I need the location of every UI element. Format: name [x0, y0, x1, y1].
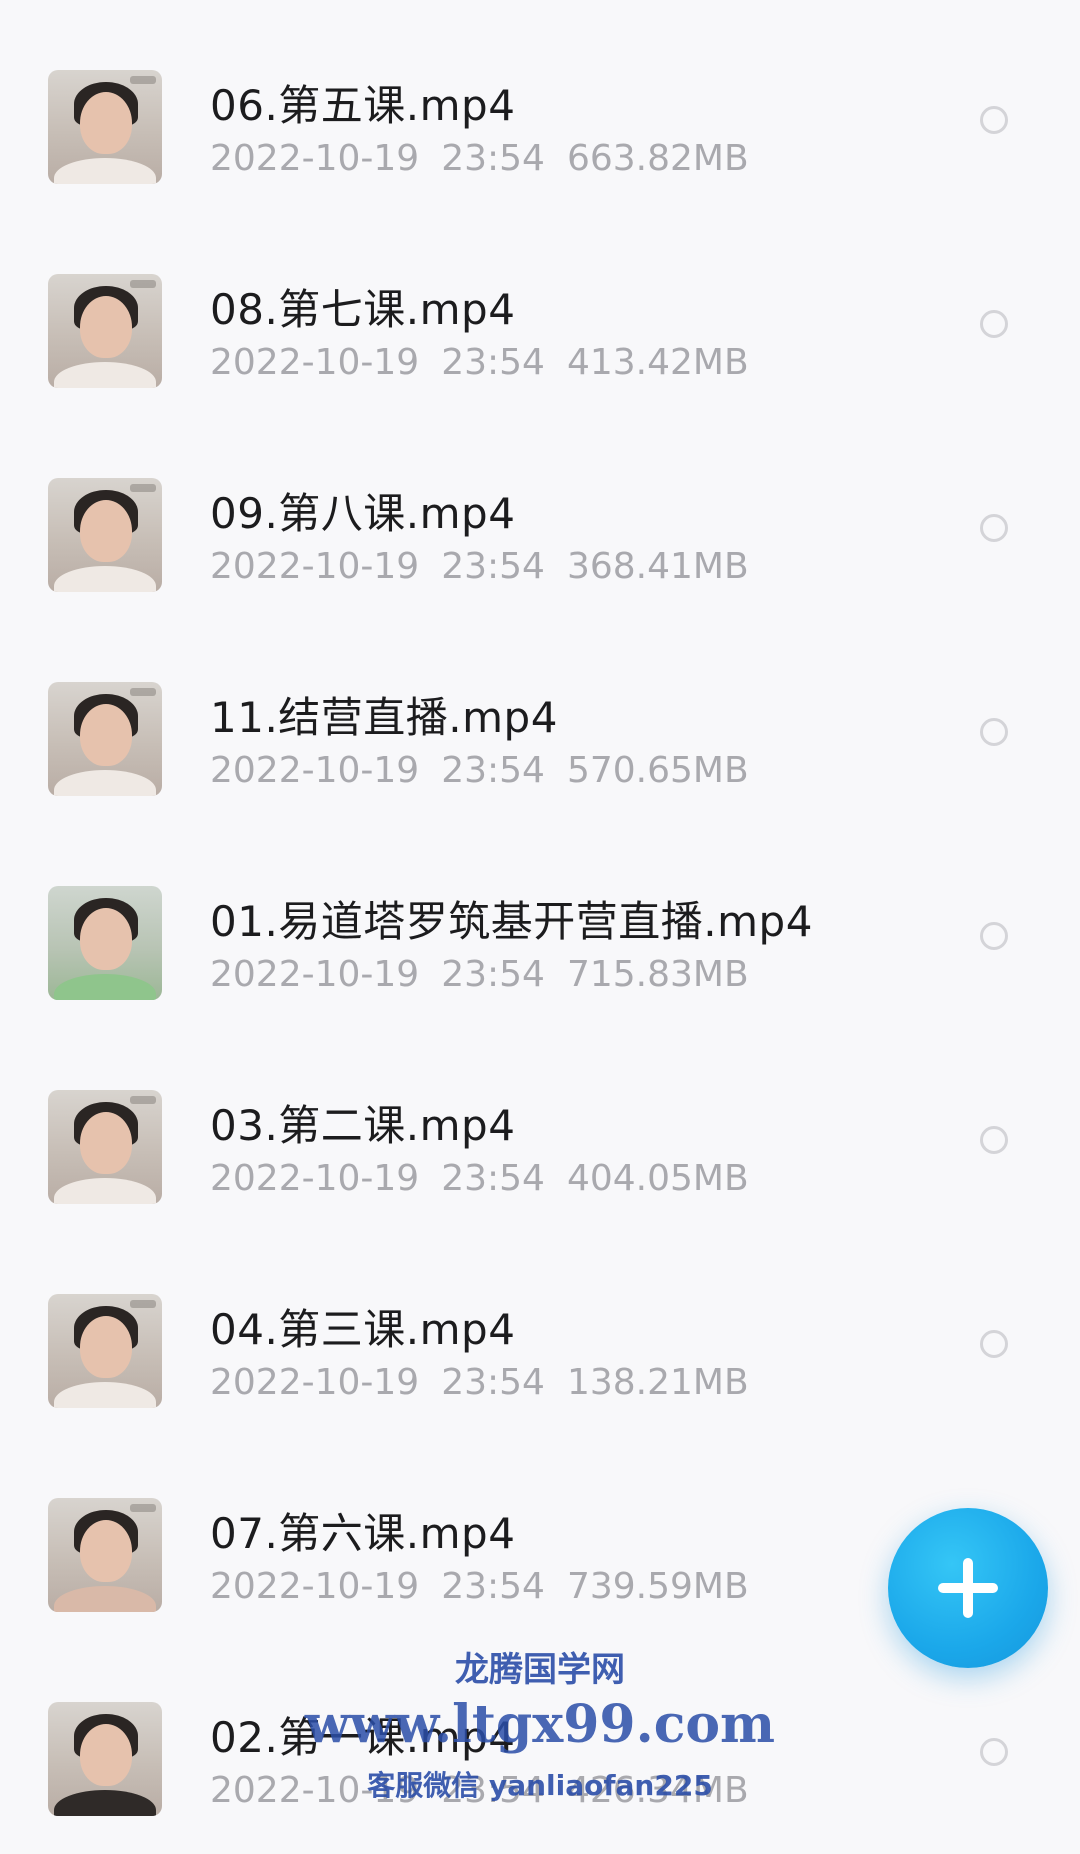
file-name: 04.第三课.mp4	[210, 1305, 516, 1354]
file-row[interactable]: 11.结营直播.mp4 2022-10-19 23:54 570.65MB	[0, 674, 1080, 834]
file-time: 23:54	[441, 138, 545, 179]
select-radio-button[interactable]	[980, 1738, 1008, 1766]
file-date: 2022-10-19	[210, 954, 420, 995]
file-meta: 2022-10-19 23:54 426.34MB	[210, 1770, 771, 1811]
file-date: 2022-10-19	[210, 546, 420, 587]
video-thumbnail	[48, 682, 162, 796]
file-size: 663.82MB	[566, 138, 749, 179]
file-size: 368.41MB	[566, 546, 749, 587]
file-row[interactable]: 04.第三课.mp4 2022-10-19 23:54 138.21MB	[0, 1286, 1080, 1446]
file-size: 138.21MB	[566, 1362, 749, 1403]
file-meta: 2022-10-19 23:54 739.59MB	[210, 1566, 771, 1607]
file-name: 02.第一课.mp4	[210, 1713, 516, 1762]
video-thumbnail	[48, 1702, 162, 1816]
file-size: 404.05MB	[566, 1158, 749, 1199]
video-thumbnail	[48, 1498, 162, 1612]
add-button[interactable]	[888, 1508, 1048, 1668]
file-time: 23:54	[441, 1770, 545, 1811]
file-size: 570.65MB	[566, 750, 749, 791]
file-meta: 2022-10-19 23:54 138.21MB	[210, 1362, 771, 1403]
file-row[interactable]: 01.易道塔罗筑基开营直播.mp4 2022-10-19 23:54 715.83M…	[0, 878, 1080, 1038]
file-name: 03.第二课.mp4	[210, 1101, 516, 1150]
file-time: 23:54	[441, 954, 545, 995]
file-date: 2022-10-19	[210, 138, 420, 179]
file-time: 23:54	[441, 750, 545, 791]
file-name: 09.第八课.mp4	[210, 489, 516, 538]
select-radio-button[interactable]	[980, 310, 1008, 338]
video-thumbnail	[48, 1294, 162, 1408]
file-date: 2022-10-19	[210, 1158, 420, 1199]
file-meta: 2022-10-19 23:54 715.83MB	[210, 954, 771, 995]
select-radio-button[interactable]	[980, 514, 1008, 542]
file-time: 23:54	[441, 342, 545, 383]
file-size: 413.42MB	[566, 342, 749, 383]
file-time: 23:54	[441, 546, 545, 587]
select-radio-button[interactable]	[980, 106, 1008, 134]
file-date: 2022-10-19	[210, 1362, 420, 1403]
file-time: 23:54	[441, 1362, 545, 1403]
file-size: 426.34MB	[566, 1770, 749, 1811]
file-date: 2022-10-19	[210, 342, 420, 383]
file-date: 2022-10-19	[210, 750, 420, 791]
file-date: 2022-10-19	[210, 1770, 420, 1811]
file-meta: 2022-10-19 23:54 663.82MB	[210, 138, 771, 179]
select-radio-button[interactable]	[980, 1330, 1008, 1358]
video-thumbnail	[48, 478, 162, 592]
file-time: 23:54	[441, 1566, 545, 1607]
video-thumbnail	[48, 886, 162, 1000]
file-row[interactable]: 03.第二课.mp4 2022-10-19 23:54 404.05MB	[0, 1082, 1080, 1242]
file-size: 739.59MB	[566, 1566, 749, 1607]
file-meta: 2022-10-19 23:54 413.42MB	[210, 342, 771, 383]
file-date: 2022-10-19	[210, 1566, 420, 1607]
file-row[interactable]: 08.第七课.mp4 2022-10-19 23:54 413.42MB	[0, 266, 1080, 426]
video-thumbnail	[48, 274, 162, 388]
file-size: 715.83MB	[566, 954, 749, 995]
file-name: 06.第五课.mp4	[210, 81, 516, 130]
file-meta: 2022-10-19 23:54 368.41MB	[210, 546, 771, 587]
file-meta: 2022-10-19 23:54 404.05MB	[210, 1158, 771, 1199]
select-radio-button[interactable]	[980, 718, 1008, 746]
file-row[interactable]: 02.第一课.mp4 2022-10-19 23:54 426.34MB	[0, 1694, 1080, 1854]
file-name: 07.第六课.mp4	[210, 1509, 516, 1558]
file-row[interactable]: 09.第八课.mp4 2022-10-19 23:54 368.41MB	[0, 470, 1080, 630]
file-name: 11.结营直播.mp4	[210, 693, 558, 742]
file-row[interactable]: 06.第五课.mp4 2022-10-19 23:54 663.82MB	[0, 62, 1080, 222]
video-thumbnail	[48, 70, 162, 184]
select-radio-button[interactable]	[980, 922, 1008, 950]
file-name: 08.第七课.mp4	[210, 285, 516, 334]
file-meta: 2022-10-19 23:54 570.65MB	[210, 750, 771, 791]
video-thumbnail	[48, 1090, 162, 1204]
select-radio-button[interactable]	[980, 1126, 1008, 1154]
file-time: 23:54	[441, 1158, 545, 1199]
file-name: 01.易道塔罗筑基开营直播.mp4	[210, 897, 813, 946]
